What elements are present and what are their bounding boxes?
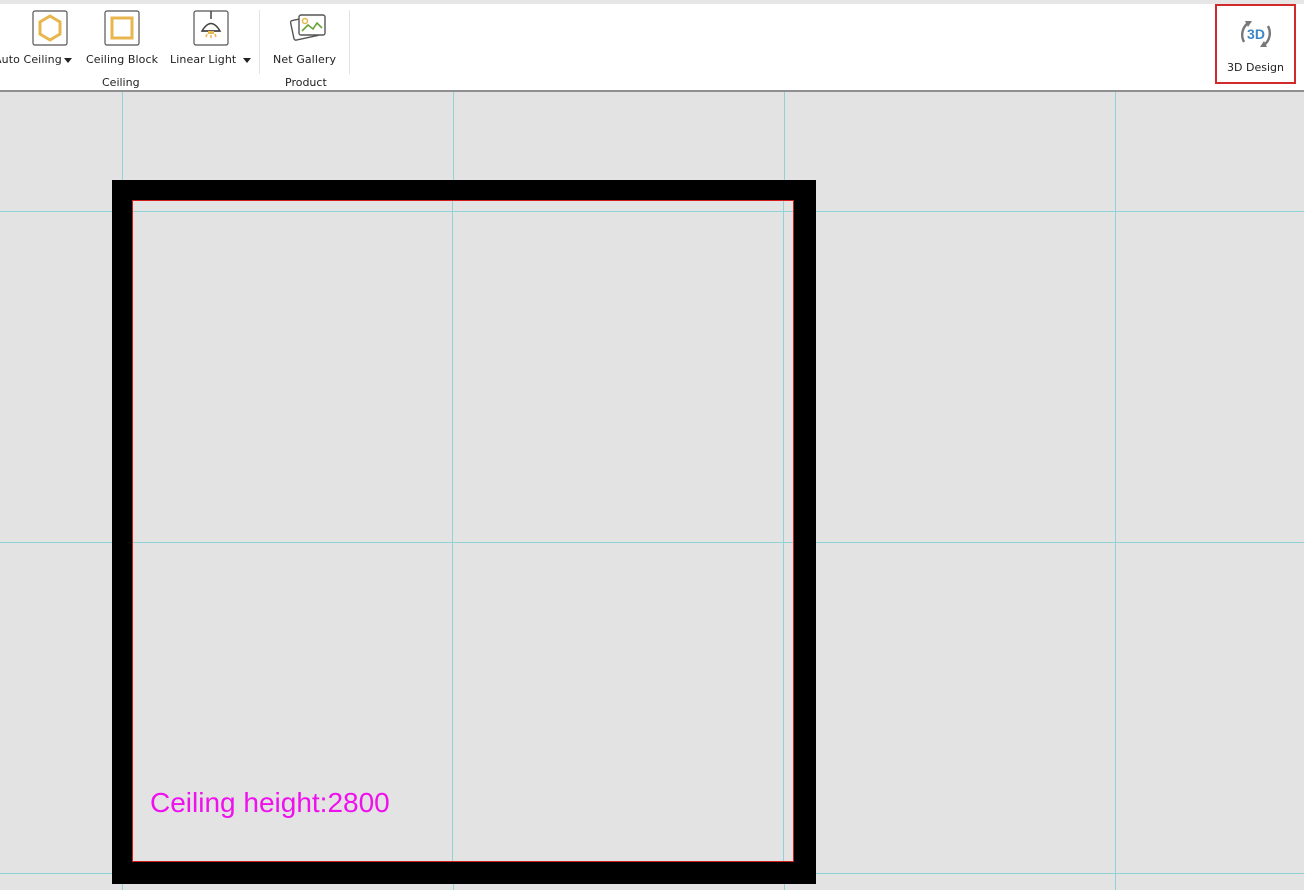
linear-light-label: Linear Light (170, 53, 237, 66)
chevron-down-icon[interactable] (243, 57, 252, 63)
grid-line (133, 211, 793, 212)
ceiling-block-label: Ceiling Block (86, 53, 159, 66)
group-divider (349, 10, 350, 74)
net-gallery-button[interactable]: Net Gallery (273, 10, 336, 66)
3d-design-label: 3D Design (1227, 61, 1284, 74)
3d-icon-text: 3D (1247, 26, 1265, 42)
auto-ceiling-label: Auto Ceiling (0, 53, 62, 66)
net-gallery-label: Net Gallery (273, 53, 337, 66)
group-label-ceiling: Ceiling (102, 76, 140, 89)
auto-ceiling-button[interactable]: Auto Ceiling (0, 10, 72, 66)
ceiling-block-button[interactable]: Ceiling Block (86, 10, 158, 66)
grid-line (133, 542, 793, 543)
pendant-lamp-icon (193, 10, 229, 46)
group-divider (259, 10, 260, 74)
hexagon-ceiling-icon (32, 10, 68, 46)
gallery-images-icon (289, 10, 326, 46)
design-canvas[interactable]: Ceiling height:2800 (0, 92, 1304, 890)
group-label-product: Product (285, 76, 327, 89)
linear-light-button[interactable]: Linear Light (170, 10, 252, 66)
grid-line (452, 201, 453, 861)
ribbon-toolbar: Auto Ceiling Ceiling Block Linear Light (0, 4, 1304, 92)
ceiling-block-icon (104, 10, 140, 46)
chevron-down-icon[interactable] (63, 57, 72, 63)
room-floor-area[interactable] (132, 200, 794, 862)
ceiling-height-label: Ceiling height:2800 (150, 787, 390, 818)
room-wall[interactable] (112, 180, 816, 884)
grid-line (783, 201, 784, 861)
3d-design-button[interactable]: 3D 3D Design (1215, 4, 1296, 84)
3d-rotate-icon: 3D (1236, 14, 1276, 54)
